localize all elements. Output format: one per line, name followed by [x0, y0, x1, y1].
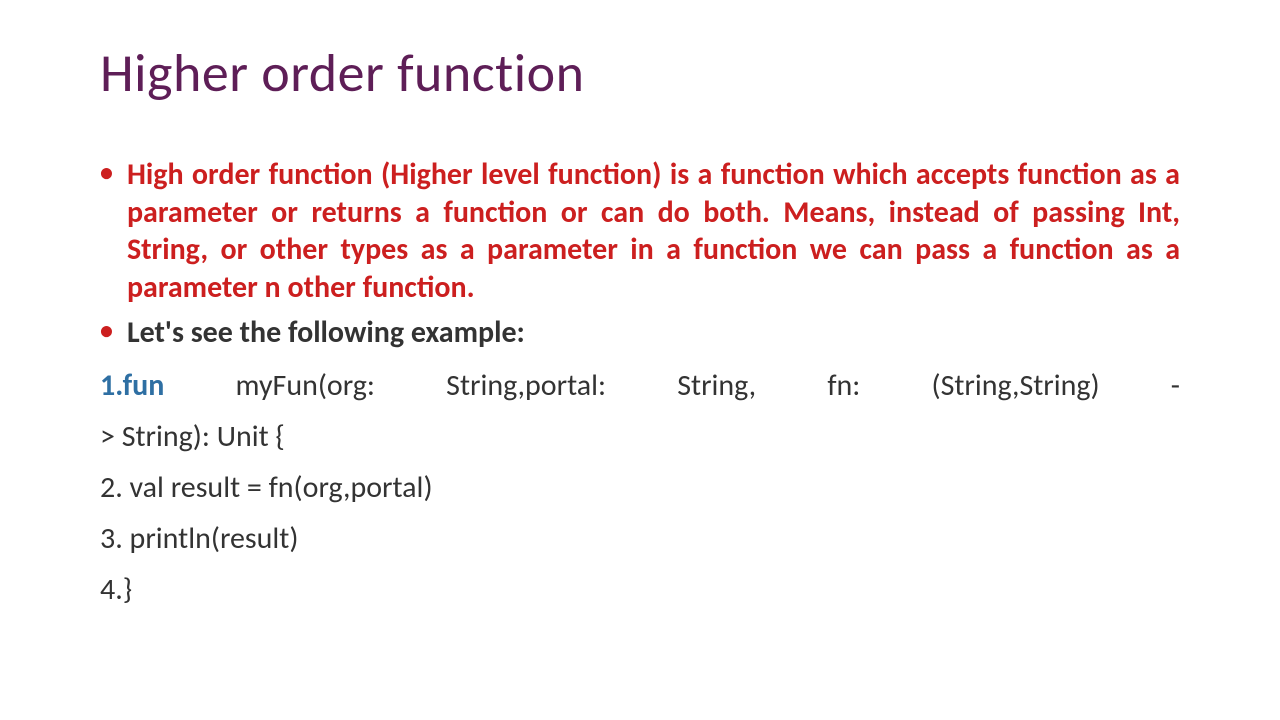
bullet-example-intro: • Let's see the following example:: [100, 314, 1180, 352]
code-block: 1.fun myFun(org: String,portal: String, …: [100, 360, 1180, 615]
code-line-3: 3. println(result): [100, 513, 1180, 564]
code-line-2: 2. val result = fn(org,portal): [100, 462, 1180, 513]
bullet-bold-term: High order function (Higher level functi…: [127, 156, 662, 193]
bullet-definition: • High order function (Higher level func…: [100, 156, 1180, 306]
line-number-1: 1.: [100, 367, 123, 404]
keyword-fun: fun: [123, 367, 165, 404]
code-line-1: 1.fun myFun(org: String,portal: String, …: [100, 360, 1180, 411]
bullet-definition-text: High order function (Higher level functi…: [127, 156, 1180, 306]
code-line-1a: myFun(org: String,portal: String, fn: (S…: [164, 367, 1180, 404]
slide: Higher order function • High order funct…: [0, 0, 1280, 655]
bullet-dot-icon: •: [100, 156, 113, 306]
code-line-4: 4.}: [100, 564, 1180, 615]
code-line-1b: > String): Unit {: [100, 411, 1180, 462]
slide-title: Higher order function: [100, 40, 1180, 106]
bullet-dot-icon: •: [100, 314, 113, 352]
bullet-example-text: Let's see the following example:: [127, 314, 1180, 352]
